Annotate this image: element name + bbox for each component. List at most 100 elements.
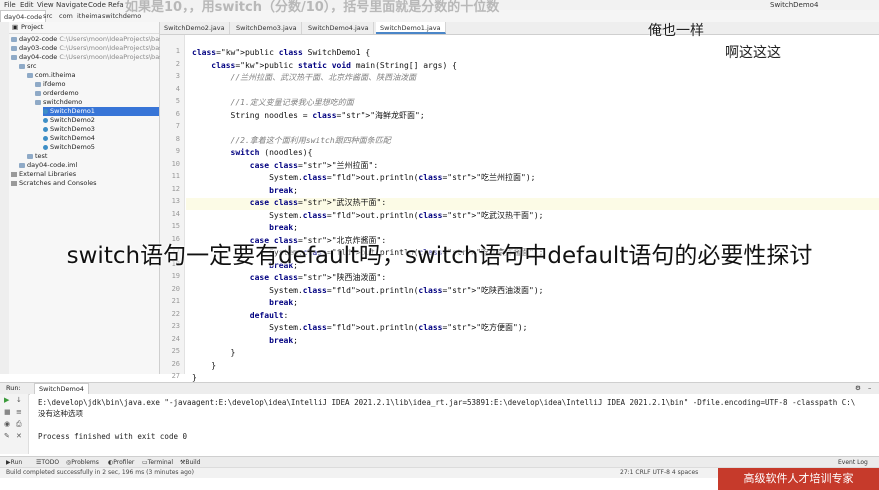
folder-icon: [19, 162, 25, 168]
tree-item[interactable]: day03-code C:\Users\moon\IdeaProjects\ba…: [11, 44, 174, 53]
project-panel: ▣ Project day02-code C:\Users\moon\IdeaP…: [9, 22, 174, 374]
tree-item[interactable]: SwitchDemo1: [43, 107, 159, 116]
tree-item[interactable]: test: [27, 152, 47, 161]
print-icon[interactable]: ⎙: [16, 420, 22, 429]
tab-switchdemo2[interactable]: SwitchDemo2.java: [160, 22, 230, 34]
line-number: 3: [175, 72, 180, 80]
java-class-icon: [43, 126, 48, 132]
folder-icon: [35, 99, 41, 105]
tree-item[interactable]: orderdemo: [35, 89, 79, 98]
code-line: break;: [269, 185, 298, 195]
folder-icon: [27, 72, 33, 78]
project-title[interactable]: Project: [21, 22, 43, 33]
code-line: default:: [249, 310, 289, 320]
library-icon: [11, 180, 17, 186]
folder-icon: [11, 45, 17, 51]
console-line: 没有这种选项: [38, 409, 83, 418]
tree-item-label: src: [27, 62, 37, 70]
code-line: break;: [269, 298, 298, 307]
menu-file[interactable]: File: [4, 0, 16, 10]
tree-item-label: day04-code: [19, 53, 58, 61]
menu-navigate[interactable]: Navigate: [56, 0, 87, 10]
tree-item[interactable]: SwitchDemo2: [43, 116, 95, 125]
editor-tabs: SwitchDemo2.java SwitchDemo3.java Switch…: [160, 22, 879, 35]
menu-view[interactable]: View: [37, 0, 54, 10]
tree-item-label: day02-code: [19, 35, 58, 43]
tree-item-label: SwitchDemo2: [50, 116, 95, 124]
line-number: 10: [171, 159, 180, 168]
run-label: Run:: [6, 384, 21, 392]
tree-item-label: com.itheima: [35, 71, 76, 79]
tree-item[interactable]: day04-code C:\Users\moon\IdeaProjects\ba…: [11, 53, 174, 62]
tree-item-label: Scratches and Consoles: [19, 179, 97, 187]
line-number: 6: [175, 109, 180, 118]
settings-icon[interactable]: ✎: [4, 432, 10, 440]
line-number: 9: [175, 147, 180, 155]
tree-item[interactable]: day04-code.iml: [19, 161, 77, 170]
tree-item[interactable]: src: [19, 62, 37, 71]
tree-item-label: orderdemo: [43, 89, 79, 97]
gear-icon[interactable]: ⚙: [855, 383, 861, 394]
tree-item-label: SwitchDemo4: [50, 134, 95, 142]
tree-item[interactable]: com.itheima: [27, 71, 76, 80]
project-panel-header: ▣ Project: [9, 22, 159, 34]
trash-icon[interactable]: ✕: [16, 432, 22, 440]
line-number: 27: [171, 372, 180, 380]
tree-item[interactable]: SwitchDemo5: [43, 143, 95, 152]
tree-item[interactable]: SwitchDemo3: [43, 125, 95, 134]
breadcrumb-item[interactable]: src: [40, 10, 56, 22]
tree-item-label: day03-code: [19, 44, 58, 52]
tree-item-label: SwitchDemo5: [50, 143, 95, 151]
folder-icon: ▣: [12, 23, 19, 31]
line-number: 15: [171, 222, 180, 230]
stop-icon[interactable]: ■: [4, 408, 11, 416]
code-line: case class="str">"武汉热干面":: [249, 198, 387, 207]
code-line: case class="str">"兰州拉面":: [249, 160, 379, 170]
folder-icon: [35, 81, 41, 87]
code-line: System.class="fld">out.println(class="st…: [192, 285, 544, 295]
tree-item[interactable]: ifdemo: [35, 80, 66, 89]
tab-switchdemo4[interactable]: SwitchDemo4.java: [304, 22, 374, 34]
tab-switchdemo3[interactable]: SwitchDemo3.java: [232, 22, 302, 34]
code-line: }: [192, 348, 236, 357]
line-number-gutter: 1 2 3 4 5 6 7 8 9 10 11 12 13 14 15 16 17 18 19 20 21 22 23 24 2…: [160, 35, 185, 380]
menu-edit[interactable]: Edit: [20, 0, 34, 10]
menu-refactor[interactable]: Refa: [108, 0, 124, 10]
line-number: 19: [171, 272, 180, 280]
menu-code[interactable]: Code: [88, 0, 106, 10]
folder-icon: [11, 54, 17, 60]
line-number: 25: [171, 347, 180, 355]
tree-item[interactable]: SwitchDemo4: [43, 134, 95, 143]
console-output[interactable]: E:\develop\jdk\bin\java.exe "-javaagent:…: [30, 394, 879, 454]
line-number: 4: [175, 84, 180, 93]
tree-item[interactable]: day02-code C:\Users\moon\IdeaProjects\ba…: [11, 35, 174, 44]
tree-item[interactable]: switchdemo: [35, 98, 82, 107]
java-class-icon: [43, 144, 48, 150]
code-line: System.class="fld">out.println(class="st…: [192, 210, 544, 220]
arrow-down-icon[interactable]: ↓: [16, 396, 22, 404]
run-config-select[interactable]: SwitchDemo4: [770, 0, 818, 10]
rerun-icon[interactable]: ▶: [4, 396, 9, 404]
tree-item-label: ifdemo: [43, 80, 66, 88]
java-class-icon: [43, 108, 48, 114]
tree-item-label: test: [35, 152, 48, 160]
line-number: 7: [175, 122, 180, 130]
code-line: class="kw">public static void main(Strin…: [211, 60, 457, 70]
tree-item-label: switchdemo: [43, 98, 83, 106]
folder-icon: [35, 90, 41, 96]
tree-item-label: External Libraries: [19, 170, 77, 178]
tree-item[interactable]: External Libraries: [11, 170, 76, 179]
line-number: 13: [171, 197, 180, 205]
tree-item[interactable]: Scratches and Consoles: [11, 179, 97, 188]
code-line: String noodles = class="str">"海鲜龙虾面";: [192, 110, 425, 120]
tab-switchdemo1[interactable]: SwitchDemo1.java: [376, 22, 446, 34]
code-line: class="kw">public class SwitchDemo1 {: [192, 48, 371, 57]
folder-icon: [11, 36, 17, 42]
library-icon: [11, 171, 17, 177]
tree-item-path: C:\Users\moon\IdeaProjects\basic-c: [57, 53, 174, 61]
code-editor[interactable]: class="kw">public class SwitchDemo1 { cl…: [186, 35, 879, 382]
breadcrumb-item[interactable]: com: [56, 10, 76, 22]
wrap-icon[interactable]: ≡: [16, 408, 22, 416]
minimize-icon[interactable]: –: [868, 383, 871, 394]
camera-icon[interactable]: ◉: [4, 420, 10, 428]
